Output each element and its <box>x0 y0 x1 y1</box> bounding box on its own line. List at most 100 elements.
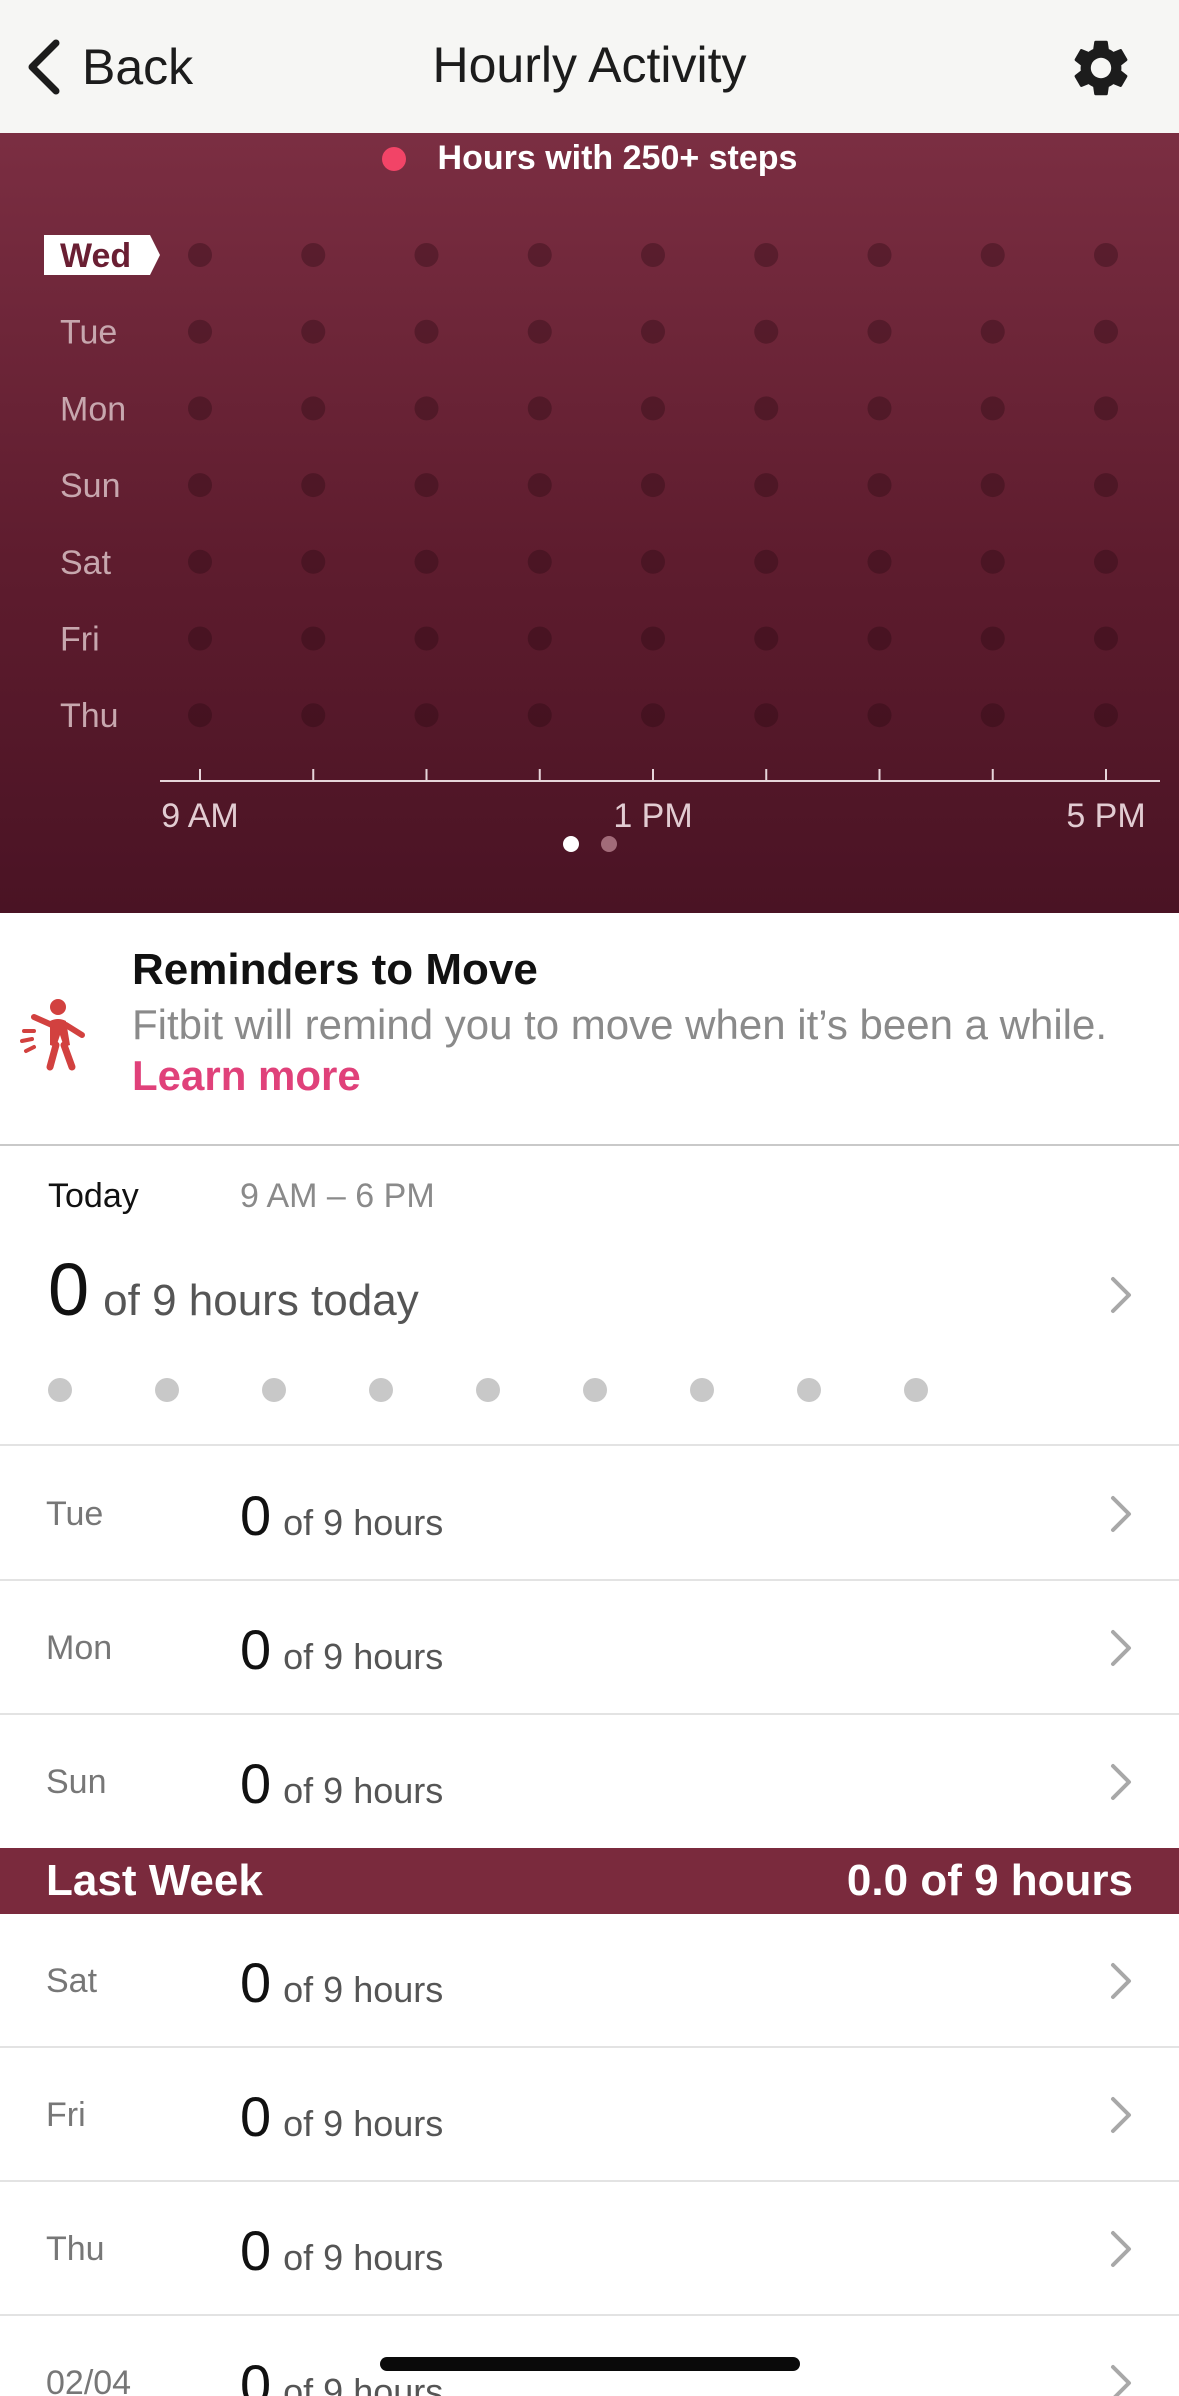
row-value: 0 of 9 hours <box>240 2084 443 2149</box>
chevron-right-icon <box>1111 2097 1131 2133</box>
day-row-sat[interactable]: Sat 0 of 9 hours <box>0 1914 1179 2048</box>
hour-dot <box>867 319 892 344</box>
row-day-label: Tue <box>46 1495 104 1533</box>
row-hours-number: 0 <box>240 2085 272 2148</box>
row-hours-number: 0 <box>240 1618 272 1681</box>
hour-dot <box>527 319 552 344</box>
row-value: 0 of 9 hours <box>240 1483 443 1548</box>
today-label: Today <box>48 1177 139 1215</box>
last-week-title: Last Week <box>46 1856 263 1905</box>
learn-more-link[interactable]: Learn more <box>132 1052 361 1099</box>
hour-dot <box>980 473 1005 498</box>
pager-dot[interactable] <box>600 836 617 852</box>
hour-dot <box>188 473 212 498</box>
hour-dot <box>754 396 779 421</box>
hour-dot <box>754 549 779 574</box>
today-hour-dot <box>476 1378 500 1402</box>
hour-dot <box>1094 626 1118 651</box>
day-row-mon[interactable]: Mon 0 of 9 hours <box>0 1581 1179 1715</box>
chevron-left-icon <box>28 39 60 95</box>
last-week-total: 0.0 of 9 hours <box>846 1856 1133 1905</box>
hour-dot <box>188 549 212 574</box>
day-label: Tue <box>60 314 117 352</box>
hour-dot <box>301 549 326 574</box>
today-count: 0 of 9 hours today <box>48 1247 419 1332</box>
hour-dot <box>527 703 552 728</box>
day-row-thu[interactable]: Thu 0 of 9 hours <box>0 2182 1179 2316</box>
hour-dot <box>301 703 326 728</box>
reminders-description: Fitbit will remind you to move when it’s… <box>132 999 1132 1101</box>
row-hours-text: of 9 hours <box>283 2103 444 2144</box>
day-row-fri[interactable]: Fri 0 of 9 hours <box>0 2048 1179 2182</box>
hour-dot <box>1094 549 1118 574</box>
hour-dot <box>301 626 326 651</box>
hour-dot <box>980 396 1005 421</box>
hour-dot <box>414 703 439 728</box>
today-summary[interactable]: Today 9 AM – 6 PM 0 of 9 hours today <box>0 1147 1179 1446</box>
legend-label: Hours with 250+ steps <box>437 139 798 177</box>
hour-dot <box>867 703 892 728</box>
hour-dot <box>754 703 779 728</box>
svg-text:Wed: Wed <box>60 237 131 275</box>
today-hour-dot <box>48 1378 72 1402</box>
hour-dot <box>754 626 779 651</box>
hour-dot <box>414 549 439 574</box>
hour-dot <box>980 703 1005 728</box>
hour-dot <box>754 243 779 267</box>
hour-dot <box>527 473 552 498</box>
hour-dot <box>867 473 892 498</box>
hour-dot <box>414 319 439 344</box>
hour-dot <box>188 396 212 421</box>
day-label: Sat <box>60 544 112 582</box>
x-tick-label: 5 PM <box>1066 797 1145 835</box>
row-value: 0 of 9 hours <box>240 1950 443 2015</box>
hour-dot <box>641 319 665 344</box>
reminders-to-move-card: Reminders to Move Fitbit will remind you… <box>0 913 1179 1146</box>
today-hour-dot <box>904 1378 928 1402</box>
hour-dot <box>188 243 212 267</box>
home-indicator[interactable] <box>380 2357 800 2371</box>
row-hours-text: of 9 hours <box>283 2371 444 2396</box>
chart-pager[interactable] <box>0 836 1179 852</box>
hour-dot <box>641 626 665 651</box>
day-row-sun[interactable]: Sun 0 of 9 hours <box>0 1715 1179 1849</box>
hourly-chart[interactable]: Wed Tue Mon Sun Sat Fri Thu 9 AM 1 PM 5 PM Hours … <box>0 133 1179 913</box>
hour-dot <box>188 319 212 344</box>
row-hours-text: of 9 hours <box>283 1770 444 1811</box>
chevron-right-icon <box>1111 1764 1131 1800</box>
today-hour-dot <box>583 1378 607 1402</box>
pager-dot[interactable] <box>562 836 579 852</box>
row-value: 0 of 9 hours <box>240 2218 443 2283</box>
back-button[interactable]: Back <box>24 34 193 100</box>
day-label: Fri <box>60 621 100 659</box>
hour-dot <box>414 473 439 498</box>
row-hours-text: of 9 hours <box>283 1502 444 1543</box>
chevron-right-icon <box>1111 2231 1131 2267</box>
row-value: 0 of 9 hours <box>240 1617 443 1682</box>
today-hour-dot <box>155 1378 179 1402</box>
day-label-selected: Wed <box>44 235 160 275</box>
row-day-label: Thu <box>46 2230 105 2268</box>
row-day-label: Fri <box>46 2096 86 2134</box>
hour-dot <box>414 396 439 421</box>
hour-dot <box>641 396 665 421</box>
row-hours-text: of 9 hours <box>283 1969 444 2010</box>
chevron-right-icon <box>1111 2365 1131 2396</box>
day-row-tue[interactable]: Tue 0 of 9 hours <box>0 1447 1179 1581</box>
hour-dot <box>641 549 665 574</box>
chevron-right-icon <box>1111 1963 1131 1999</box>
row-day-label: Sun <box>46 1763 107 1801</box>
hour-dot <box>527 626 552 651</box>
row-hours-number: 0 <box>240 1752 272 1815</box>
hour-dot <box>641 243 665 267</box>
day-row-0204[interactable]: 02/04 0 of 9 hours <box>0 2316 1179 2396</box>
hour-dot <box>301 319 326 344</box>
x-tick-label: 1 PM <box>613 797 692 835</box>
hour-dot <box>867 626 892 651</box>
gear-icon[interactable] <box>1067 34 1135 102</box>
today-hour-dot <box>690 1378 714 1402</box>
hour-dot <box>1094 703 1118 728</box>
today-hour-dot <box>262 1378 286 1402</box>
last-week-header: Last Week 0.0 of 9 hours <box>0 1848 1179 1914</box>
hour-dot <box>188 626 212 651</box>
